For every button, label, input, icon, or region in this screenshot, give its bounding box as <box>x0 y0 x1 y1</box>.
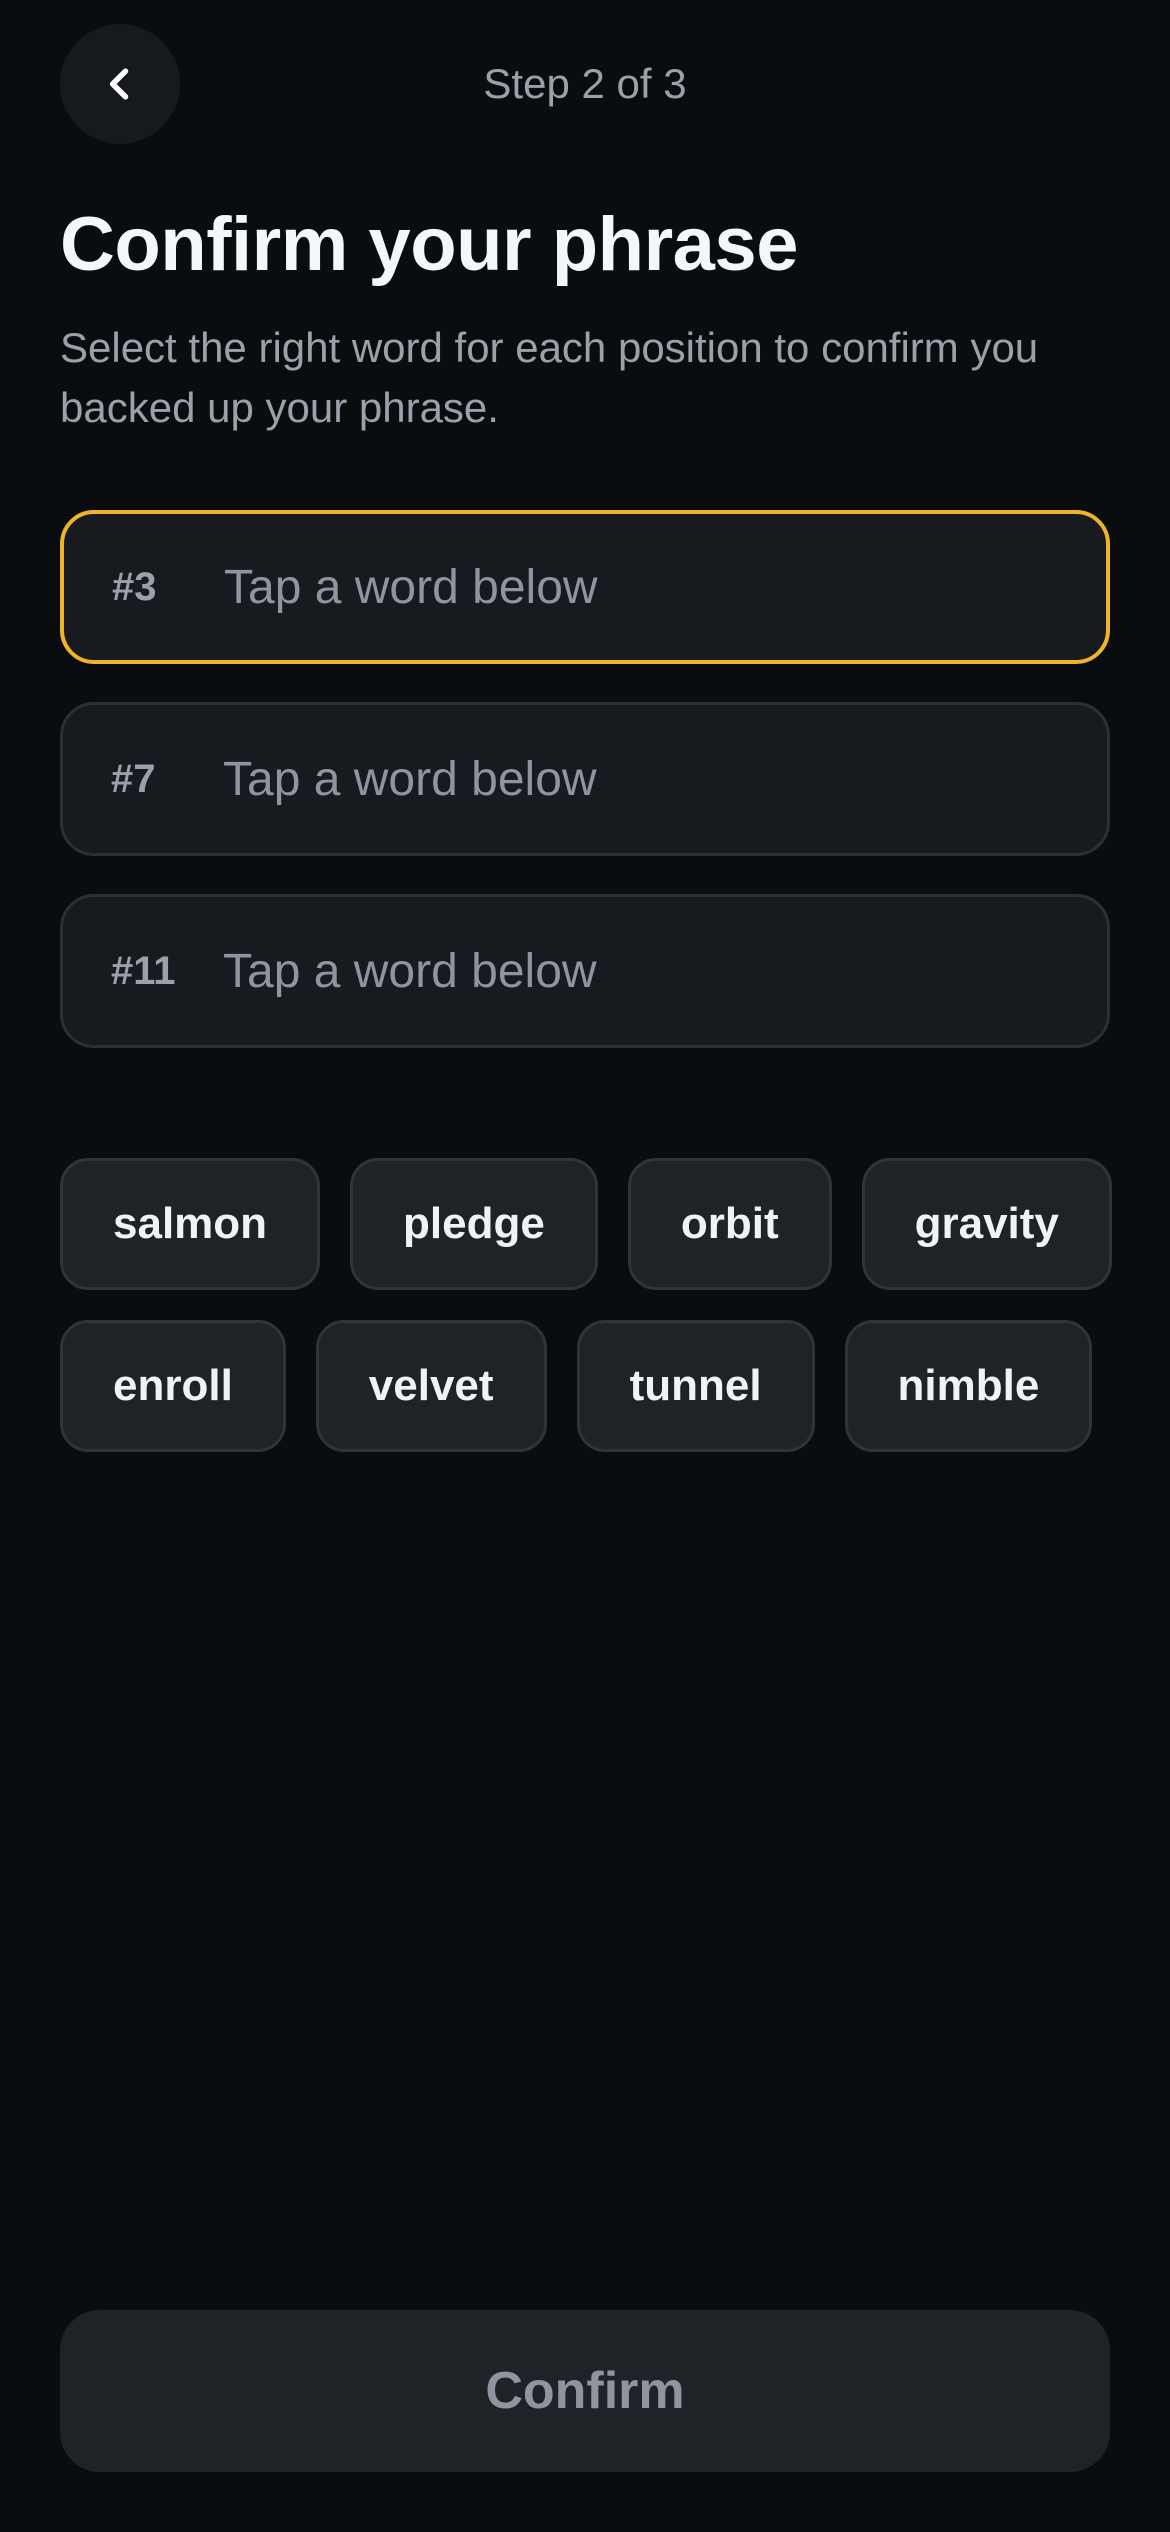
slot-position-label: #3 <box>112 564 157 609</box>
page-title: Confirm your phrase <box>60 202 798 287</box>
step-indicator: Step 2 of 3 <box>483 60 687 107</box>
page-subtitle: Select the right word for each position … <box>60 324 1039 431</box>
slot-placeholder: Tap a word below <box>224 560 598 614</box>
word-slot-3[interactable]: #3 Tap a word below <box>60 510 1110 664</box>
word-slot-11[interactable]: #11 Tap a word below <box>60 894 1110 1048</box>
slot-position-label: #11 <box>111 948 176 993</box>
word-slots: #3 Tap a word below #7 Tap a word below … <box>60 510 1110 1086</box>
word-chip-tunnel[interactable]: tunnel <box>576 1320 815 1452</box>
slot-position-label: #7 <box>111 756 156 801</box>
word-chip-enroll[interactable]: enroll <box>60 1320 286 1452</box>
word-choice-row: salmon pledge orbit gravity <box>60 1158 1130 1290</box>
word-slot-7[interactable]: #7 Tap a word below <box>60 702 1110 856</box>
word-chip-salmon[interactable]: salmon <box>60 1158 321 1290</box>
word-chip-velvet[interactable]: velvet <box>315 1320 547 1452</box>
word-choices: salmon pledge orbit gravity enroll velve… <box>60 1158 1130 1482</box>
confirm-button[interactable]: Confirm <box>60 2310 1110 2472</box>
word-chip-orbit[interactable]: orbit <box>627 1158 832 1290</box>
slot-placeholder: Tap a word below <box>223 752 597 806</box>
word-chip-pledge[interactable]: pledge <box>350 1158 598 1290</box>
word-chip-nimble[interactable]: nimble <box>844 1320 1093 1452</box>
word-choice-row: enroll velvet tunnel nimble <box>60 1320 1130 1452</box>
word-chip-gravity[interactable]: gravity <box>861 1158 1112 1290</box>
slot-placeholder: Tap a word below <box>223 944 597 998</box>
